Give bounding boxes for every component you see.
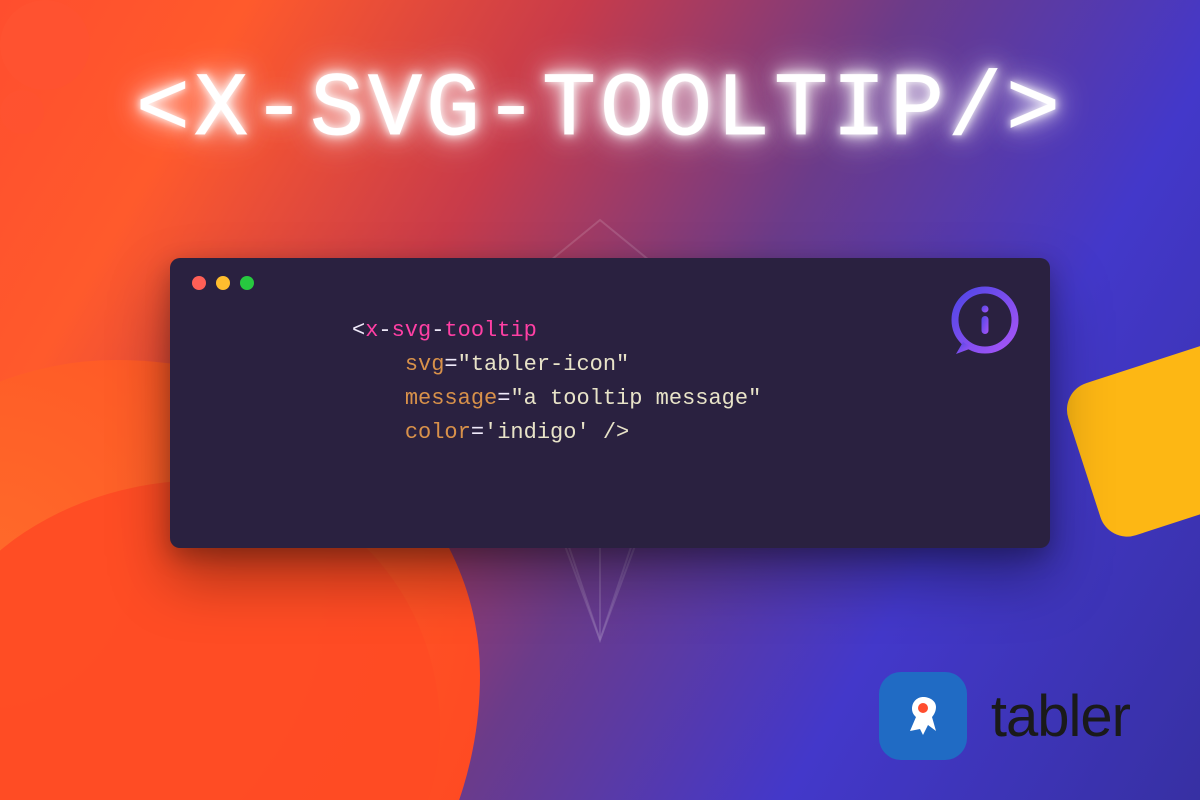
window-traffic-lights bbox=[192, 276, 1028, 290]
code-close: /> bbox=[590, 420, 630, 445]
code-attr: svg bbox=[405, 352, 445, 377]
accent-dot bbox=[0, 90, 44, 134]
minimize-icon[interactable] bbox=[216, 276, 230, 290]
code-attr: color bbox=[405, 420, 471, 445]
brand-footer: tabler bbox=[879, 672, 1130, 760]
code-attr: message bbox=[405, 386, 497, 411]
tabler-logo-icon bbox=[879, 672, 967, 760]
code-tag-part: x bbox=[365, 318, 378, 343]
code-snippet: <x-svg-tooltip svg="tabler-icon" message… bbox=[352, 314, 1028, 450]
code-window: <x-svg-tooltip svg="tabler-icon" message… bbox=[170, 258, 1050, 548]
hero-title: <X-SVG-TOOLTIP/> bbox=[136, 60, 1064, 162]
info-bubble-icon bbox=[946, 284, 1024, 367]
code-string: 'indigo' bbox=[484, 420, 590, 445]
maximize-icon[interactable] bbox=[240, 276, 254, 290]
code-string: "a tooltip message" bbox=[510, 386, 761, 411]
accent-dot bbox=[0, 0, 90, 90]
code-string: "tabler-icon" bbox=[458, 352, 630, 377]
code-tag-part: tooltip bbox=[444, 318, 536, 343]
code-tag-part: svg bbox=[392, 318, 432, 343]
code-bracket: < bbox=[352, 318, 365, 343]
close-icon[interactable] bbox=[192, 276, 206, 290]
brand-name: tabler bbox=[991, 683, 1130, 750]
yellow-accent-shape bbox=[1060, 336, 1200, 544]
